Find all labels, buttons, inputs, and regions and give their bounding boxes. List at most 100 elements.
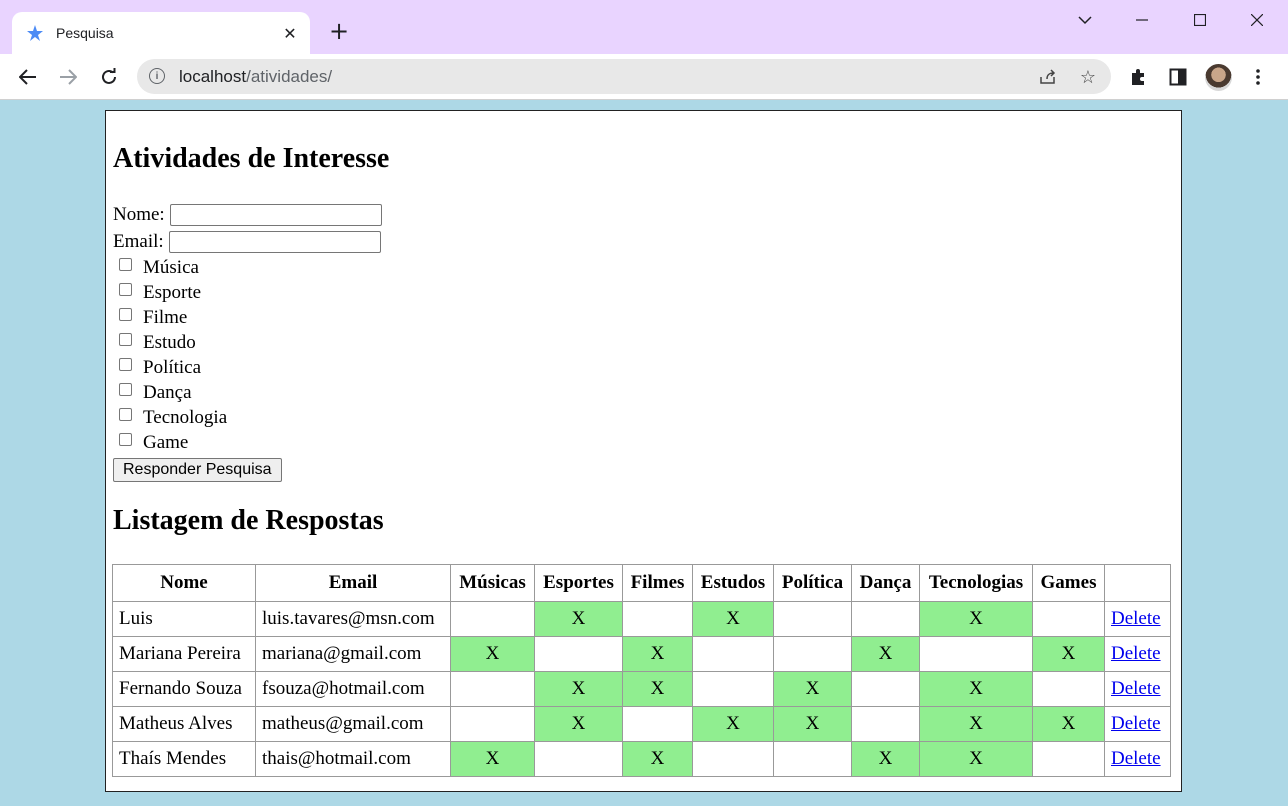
delete-link[interactable]: Delete — [1111, 643, 1161, 664]
cell-email: luis.tavares@msn.com — [255, 601, 451, 637]
list-title: Listagem de Respostas — [113, 505, 384, 536]
cell-action: Delete — [1104, 741, 1171, 777]
option-label: Estudo — [143, 331, 196, 353]
cell-empty — [534, 636, 623, 672]
cell-empty — [534, 741, 623, 777]
cell-marked: X — [1032, 706, 1105, 742]
option-row[interactable]: Game — [113, 430, 382, 455]
cell-nome: Fernando Souza — [112, 671, 256, 707]
cell-marked: X — [851, 741, 920, 777]
cell-empty — [851, 601, 920, 637]
column-header: Filmes — [622, 564, 693, 602]
option-label: Música — [143, 256, 199, 278]
new-tab-icon[interactable]: + — [326, 17, 352, 45]
browser-toolbar: i localhost/atividades/ ☆ — [0, 54, 1288, 100]
menu-kebab-icon[interactable] — [1246, 65, 1270, 89]
cell-email: matheus@gmail.com — [255, 706, 451, 742]
reload-icon[interactable] — [94, 62, 124, 92]
column-header: Estudos — [692, 564, 774, 602]
option-checkbox[interactable] — [119, 383, 132, 396]
option-row[interactable]: Tecnologia — [113, 405, 382, 430]
cell-nome: Thaís Mendes — [112, 741, 256, 777]
cell-empty — [450, 706, 535, 742]
cell-marked: X — [534, 671, 623, 707]
extensions-icon[interactable] — [1126, 65, 1150, 89]
survey-form: Nome: Email: Música Esporte Filme Estudo Pol… — [113, 201, 382, 482]
option-checkbox[interactable] — [119, 258, 132, 271]
table-row: Matheus Alves matheus@gmail.com X X X X X Delet… — [112, 706, 1171, 742]
option-checkbox[interactable] — [119, 333, 132, 346]
option-row[interactable]: Política — [113, 355, 382, 380]
cell-action: Delete — [1104, 601, 1171, 637]
option-checkbox[interactable] — [119, 283, 132, 296]
close-window-icon[interactable] — [1237, 8, 1277, 32]
delete-link[interactable]: Delete — [1111, 748, 1161, 769]
cell-empty — [622, 706, 693, 742]
cell-marked: X — [851, 636, 920, 672]
delete-link[interactable]: Delete — [1111, 678, 1161, 699]
cell-empty — [773, 741, 852, 777]
back-arrow-icon[interactable] — [13, 62, 43, 92]
cell-empty — [851, 671, 920, 707]
cell-marked: X — [919, 601, 1033, 637]
option-row[interactable]: Música — [113, 255, 382, 280]
option-label: Filme — [143, 306, 188, 328]
option-row[interactable]: Esporte — [113, 280, 382, 305]
minimize-icon[interactable] — [1122, 8, 1162, 32]
cell-email: thais@hotmail.com — [255, 741, 451, 777]
email-input[interactable] — [168, 230, 381, 253]
cell-marked: X — [773, 671, 852, 707]
option-label: Política — [143, 356, 202, 378]
site-info-icon[interactable]: i — [149, 68, 165, 84]
cell-nome: Luis — [112, 601, 256, 637]
cell-marked: X — [692, 706, 774, 742]
cell-marked: X — [622, 741, 693, 777]
option-row[interactable]: Filme — [113, 305, 382, 330]
submit-survey-button[interactable]: Responder Pesquisa — [113, 458, 282, 482]
email-label: Email: — [113, 230, 164, 252]
cell-marked: X — [773, 706, 852, 742]
cell-action: Delete — [1104, 636, 1171, 672]
cell-marked: X — [692, 601, 774, 637]
delete-link[interactable]: Delete — [1111, 608, 1161, 629]
option-checkbox[interactable] — [119, 308, 132, 321]
table-body: Luis luis.tavares@msn.com X X X Delete Mariana… — [112, 601, 1171, 777]
cell-empty — [1032, 601, 1105, 637]
tab-title: Pesquisa — [56, 25, 114, 41]
profile-avatar[interactable] — [1205, 64, 1232, 91]
column-header — [1104, 564, 1171, 602]
share-icon[interactable] — [1037, 66, 1059, 88]
close-tab-icon[interactable]: ✕ — [276, 24, 304, 43]
url-text: localhost/atividades/ — [179, 67, 333, 86]
column-header: Tecnologias — [919, 564, 1033, 602]
nome-input[interactable] — [169, 203, 382, 226]
option-checkbox[interactable] — [119, 433, 132, 446]
option-row[interactable]: Estudo — [113, 330, 382, 355]
table-row: Luis luis.tavares@msn.com X X X Delete — [112, 601, 1171, 637]
column-header: Músicas — [450, 564, 535, 602]
nome-row: Nome: — [113, 201, 382, 228]
option-row[interactable]: Dança — [113, 380, 382, 405]
page-title: Atividades de Interesse — [113, 143, 390, 174]
option-checkbox[interactable] — [119, 408, 132, 421]
cell-marked: X — [534, 706, 623, 742]
address-bar[interactable]: i localhost/atividades/ ☆ — [137, 59, 1111, 94]
cell-marked: X — [450, 741, 535, 777]
browser-titlebar: Pesquisa ✕ + — [0, 0, 1288, 54]
cell-email: fsouza@hotmail.com — [255, 671, 451, 707]
tab-search-icon[interactable] — [1065, 8, 1105, 32]
cell-marked: X — [919, 706, 1033, 742]
option-checkbox[interactable] — [119, 358, 132, 371]
option-label: Esporte — [143, 281, 202, 303]
side-panel-icon[interactable] — [1166, 65, 1190, 89]
browser-tab[interactable]: Pesquisa ✕ — [12, 12, 310, 54]
bookmark-star-icon[interactable]: ☆ — [1077, 66, 1099, 88]
cell-marked: X — [534, 601, 623, 637]
maximize-icon[interactable] — [1180, 8, 1220, 32]
nome-label: Nome: — [113, 203, 165, 225]
delete-link[interactable]: Delete — [1111, 713, 1161, 734]
cell-empty — [692, 636, 774, 672]
cell-empty — [450, 601, 535, 637]
interest-options: Música Esporte Filme Estudo Política Dança Tec… — [113, 255, 382, 455]
forward-arrow-icon[interactable] — [53, 62, 83, 92]
